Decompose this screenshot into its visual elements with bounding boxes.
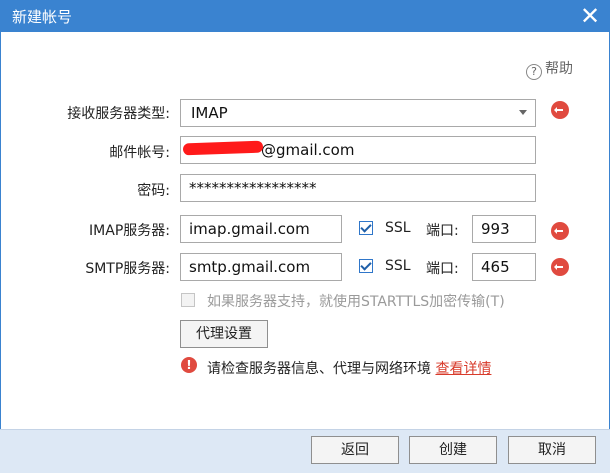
window-border-left — [0, 32, 1, 473]
imap-port-label: 端口: — [426, 223, 459, 239]
email-label: 邮件帐号: — [109, 145, 170, 161]
smtp-server-value: smtp.gmail.com — [189, 258, 311, 276]
error-message: 请检查服务器信息、代理与网络环境 — [207, 361, 431, 377]
imap-port-value: 993 — [481, 220, 510, 238]
help-label: 帮助 — [545, 61, 573, 77]
view-details-link[interactable]: 查看详情 — [435, 361, 491, 377]
remove-imap-button[interactable] — [551, 222, 569, 240]
window-title: 新建帐号 — [12, 8, 73, 26]
email-value: @gmail.com — [261, 141, 355, 159]
smtp-port-field[interactable]: 465 — [472, 253, 536, 281]
cancel-button[interactable]: 取消 — [508, 436, 596, 464]
smtp-port-value: 465 — [481, 258, 510, 276]
server-type-select[interactable]: IMAP — [180, 99, 536, 127]
starttls-checkbox[interactable] — [181, 293, 195, 307]
password-value: ***************** — [189, 179, 317, 197]
create-button[interactable]: 创建 — [409, 436, 497, 464]
smtp-port-label: 端口: — [426, 261, 459, 277]
smtp-ssl-label: SSL — [385, 258, 411, 274]
error-icon: ! — [181, 357, 197, 373]
proxy-settings-button[interactable]: 代理设置 — [180, 320, 268, 348]
imap-ssl-label: SSL — [385, 220, 411, 236]
back-button[interactable]: 返回 — [311, 436, 399, 464]
smtp-server-field[interactable]: smtp.gmail.com — [180, 253, 342, 281]
password-label: 密码: — [137, 183, 170, 199]
footer-bar: 返回 创建 取消 — [0, 429, 610, 473]
question-icon: ? — [526, 64, 542, 80]
imap-ssl-checkbox[interactable] — [359, 221, 373, 235]
error-message-line: 请检查服务器信息、代理与网络环境 查看详情 — [207, 358, 491, 378]
close-icon[interactable]: ✕ — [576, 2, 604, 30]
smtp-label: SMTP服务器: — [85, 261, 170, 277]
remove-server-type-button[interactable] — [551, 101, 569, 119]
imap-server-field[interactable]: imap.gmail.com — [180, 215, 342, 243]
imap-server-value: imap.gmail.com — [189, 220, 310, 238]
help-link[interactable]: ? 帮助 — [526, 58, 573, 80]
imap-label: IMAP服务器: — [89, 223, 170, 239]
imap-port-field[interactable]: 993 — [472, 215, 536, 243]
starttls-label: 如果服务器支持，就使用STARTTLS加密传输(T) — [207, 294, 505, 310]
remove-smtp-button[interactable] — [551, 258, 569, 276]
smtp-ssl-checkbox[interactable] — [359, 259, 373, 273]
server-type-value: IMAP — [191, 104, 228, 122]
server-type-label: 接收服务器类型: — [67, 106, 170, 122]
title-bar: 新建帐号 ✕ — [0, 0, 610, 32]
chevron-down-icon — [519, 110, 527, 115]
password-field[interactable]: ***************** — [180, 174, 536, 202]
